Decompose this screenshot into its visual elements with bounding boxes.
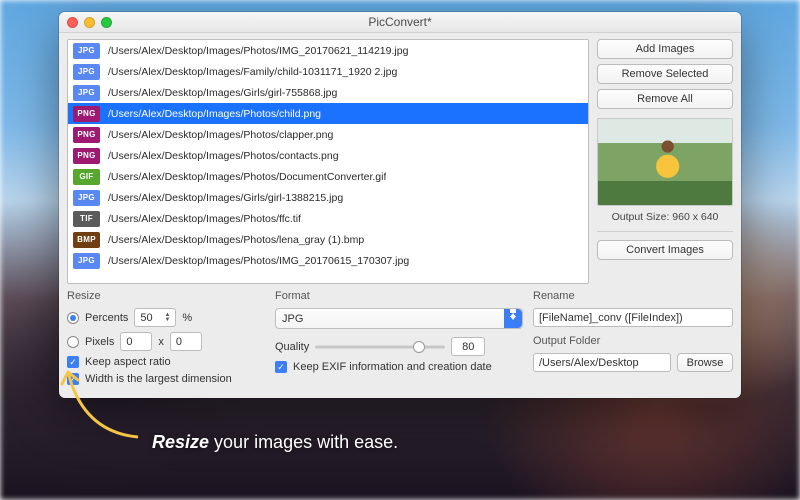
caption-rest: your images with ease.: [209, 432, 398, 452]
file-row[interactable]: PNG/Users/Alex/Desktop/Images/Photos/cla…: [68, 124, 588, 145]
quality-label: Quality: [275, 341, 309, 353]
output-size-label: Output Size: 960 x 640: [597, 211, 733, 223]
percents-stepper[interactable]: 50 ▲▼: [134, 308, 176, 327]
divider: [597, 231, 733, 232]
quality-value[interactable]: 80: [451, 337, 485, 356]
file-row[interactable]: GIF/Users/Alex/Desktop/Images/Photos/Doc…: [68, 166, 588, 187]
remove-all-button[interactable]: Remove All: [597, 89, 733, 109]
filetype-badge: BMP: [73, 232, 100, 248]
resize-heading: Resize: [67, 290, 265, 302]
rename-heading: Rename: [533, 290, 733, 302]
file-row[interactable]: JPG/Users/Alex/Desktop/Images/Photos/IMG…: [68, 40, 588, 61]
file-row[interactable]: JPG/Users/Alex/Desktop/Images/Family/chi…: [68, 61, 588, 82]
rename-pattern-input[interactable]: [FileName]_conv ([FileIndex]): [533, 308, 733, 327]
percents-radio[interactable]: [67, 312, 79, 324]
format-panel: Format JPG Quality 80 Keep EXIF informat…: [275, 290, 523, 390]
width-largest-checkbox[interactable]: [67, 373, 79, 385]
chevron-updown-icon: [504, 309, 522, 328]
keep-aspect-label: Keep aspect ratio: [85, 356, 171, 368]
filetype-badge: JPG: [73, 43, 100, 59]
chevron-down-icon[interactable]: ▼: [164, 318, 170, 323]
browse-button[interactable]: Browse: [677, 353, 733, 372]
output-folder-heading: Output Folder: [533, 335, 733, 347]
pixels-x: x: [158, 336, 164, 348]
quality-slider[interactable]: [315, 339, 445, 355]
file-row[interactable]: JPG/Users/Alex/Desktop/Images/Photos/IMG…: [68, 250, 588, 271]
file-path: /Users/Alex/Desktop/Images/Photos/lena_g…: [108, 234, 364, 246]
file-path: /Users/Alex/Desktop/Images/Photos/ffc.ti…: [108, 213, 301, 225]
file-path: /Users/Alex/Desktop/Images/Photos/IMG_20…: [108, 45, 408, 57]
file-path: /Users/Alex/Desktop/Images/Photos/child.…: [108, 108, 321, 120]
format-heading: Format: [275, 290, 523, 302]
percent-suffix: %: [182, 312, 192, 324]
filetype-badge: TIF: [73, 211, 100, 227]
file-path: /Users/Alex/Desktop/Images/Girls/girl-13…: [108, 192, 343, 204]
percents-label: Percents: [85, 312, 128, 324]
convert-images-button[interactable]: Convert Images: [597, 240, 733, 260]
filetype-badge: GIF: [73, 169, 100, 185]
app-window: PicConvert* JPG/Users/Alex/Desktop/Image…: [59, 12, 741, 398]
preview-thumbnail: [597, 118, 733, 206]
filetype-badge: JPG: [73, 64, 100, 80]
file-path: /Users/Alex/Desktop/Images/Family/child-…: [108, 66, 397, 78]
filetype-badge: PNG: [73, 148, 100, 164]
format-selected: JPG: [282, 313, 303, 325]
filetype-badge: PNG: [73, 106, 100, 122]
file-path: /Users/Alex/Desktop/Images/Photos/clappe…: [108, 129, 333, 141]
file-path: /Users/Alex/Desktop/Images/Photos/Docume…: [108, 171, 386, 183]
file-row[interactable]: TIF/Users/Alex/Desktop/Images/Photos/ffc…: [68, 208, 588, 229]
output-folder-input[interactable]: /Users/Alex/Desktop: [533, 353, 671, 372]
filetype-badge: JPG: [73, 85, 100, 101]
file-row[interactable]: JPG/Users/Alex/Desktop/Images/Girls/girl…: [68, 187, 588, 208]
file-path: /Users/Alex/Desktop/Images/Girls/girl-75…: [108, 87, 337, 99]
side-column: Add Images Remove Selected Remove All Ou…: [597, 39, 733, 284]
pixels-width-input[interactable]: 0: [120, 332, 152, 351]
file-list[interactable]: JPG/Users/Alex/Desktop/Images/Photos/IMG…: [67, 39, 589, 284]
keep-exif-checkbox[interactable]: [275, 361, 287, 373]
width-largest-label: Width is the largest dimension: [85, 373, 232, 385]
file-path: /Users/Alex/Desktop/Images/Photos/IMG_20…: [108, 255, 409, 267]
pixels-label: Pixels: [85, 336, 114, 348]
file-path: /Users/Alex/Desktop/Images/Photos/contac…: [108, 150, 339, 162]
file-row[interactable]: BMP/Users/Alex/Desktop/Images/Photos/len…: [68, 229, 588, 250]
filetype-badge: JPG: [73, 190, 100, 206]
keep-exif-label: Keep EXIF information and creation date: [293, 361, 492, 373]
resize-panel: Resize Percents 50 ▲▼ % Pixels 0 x 0: [67, 290, 265, 390]
pixels-height-input[interactable]: 0: [170, 332, 202, 351]
remove-selected-button[interactable]: Remove Selected: [597, 64, 733, 84]
titlebar: PicConvert*: [59, 12, 741, 33]
format-select[interactable]: JPG: [275, 308, 523, 329]
add-images-button[interactable]: Add Images: [597, 39, 733, 59]
caption-emphasis: Resize: [152, 432, 209, 452]
pixels-radio[interactable]: [67, 336, 79, 348]
filetype-badge: PNG: [73, 127, 100, 143]
file-row[interactable]: PNG/Users/Alex/Desktop/Images/Photos/chi…: [68, 103, 588, 124]
file-row[interactable]: JPG/Users/Alex/Desktop/Images/Girls/girl…: [68, 82, 588, 103]
keep-aspect-checkbox[interactable]: [67, 356, 79, 368]
output-panel: Rename [FileName]_conv ([FileIndex]) Out…: [533, 290, 733, 390]
file-row[interactable]: PNG/Users/Alex/Desktop/Images/Photos/con…: [68, 145, 588, 166]
filetype-badge: JPG: [73, 253, 100, 269]
marketing-caption: Resize your images with ease.: [152, 432, 398, 453]
window-title: PicConvert*: [59, 15, 741, 29]
